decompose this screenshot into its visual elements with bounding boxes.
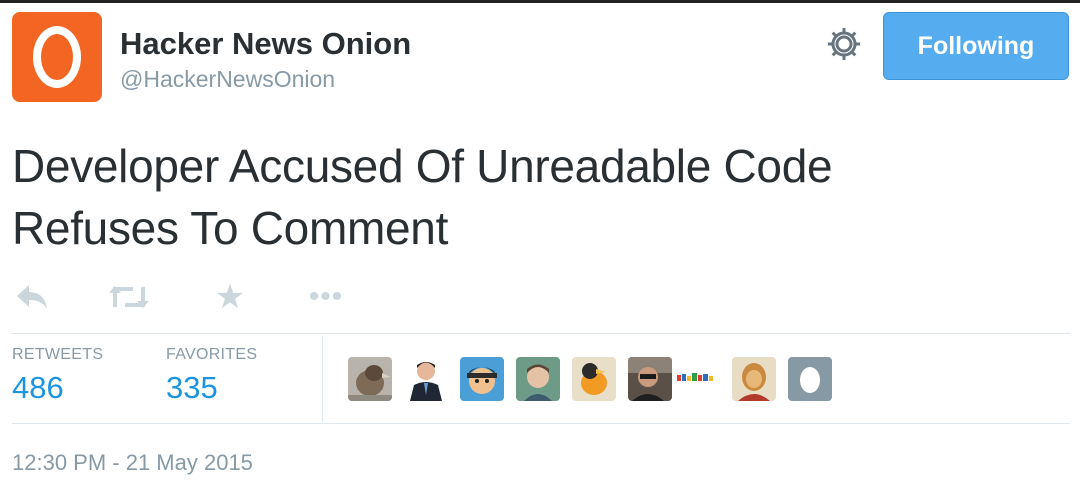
profile-avatar[interactable] [12,12,102,102]
more-icon: ••• [308,280,344,313]
account-display-name[interactable]: Hacker News Onion [120,26,411,62]
user-avatar-4[interactable] [516,357,560,401]
following-button[interactable]: Following [883,12,1069,80]
retweets-label: RETWEETS [12,346,104,363]
avatar-letter-o [33,26,81,88]
user-avatar-5[interactable] [572,357,616,401]
retweet-button[interactable] [106,280,152,314]
account-handle[interactable]: @HackerNewsOnion [120,66,335,93]
reply-icon [17,285,47,309]
tweet-text-line-1: Developer Accused Of Unreadable Code [12,140,833,192]
user-avatar-7[interactable] [674,365,718,395]
user-avatar-8[interactable] [732,357,776,401]
user-avatar-9[interactable] [788,357,832,401]
tweet-text-line-2: Refuses To Comment [12,202,449,254]
tweet-card: Hacker News Onion @HackerNewsOnion Follo… [0,0,1080,480]
more-button[interactable]: ••• [304,280,348,314]
favorites-count: 335 [166,370,218,405]
retweet-icon [109,286,149,308]
tweet-timestamp[interactable]: 12:30 PM - 21 May 2015 [12,450,253,476]
user-avatar-6[interactable] [628,357,672,401]
gear-icon[interactable] [822,22,866,66]
stats-separator [322,336,323,422]
favorites-stat[interactable]: FAVORITES 335 [166,346,257,406]
tweet-text: Developer Accused Of Unreadable Code Ref… [12,135,1052,259]
stats-top-divider [12,333,1070,334]
user-avatar-1[interactable] [348,357,392,401]
retweets-stat[interactable]: RETWEETS 486 [12,346,103,406]
user-avatar-3[interactable] [460,357,504,401]
reply-button[interactable] [14,280,50,314]
favorite-button[interactable]: ★ [212,280,248,314]
stats-bottom-divider [12,423,1070,424]
user-avatar-2[interactable] [404,357,448,401]
star-icon: ★ [214,278,246,316]
favorites-label: FAVORITES [166,346,258,363]
retweets-count: 486 [12,370,64,405]
